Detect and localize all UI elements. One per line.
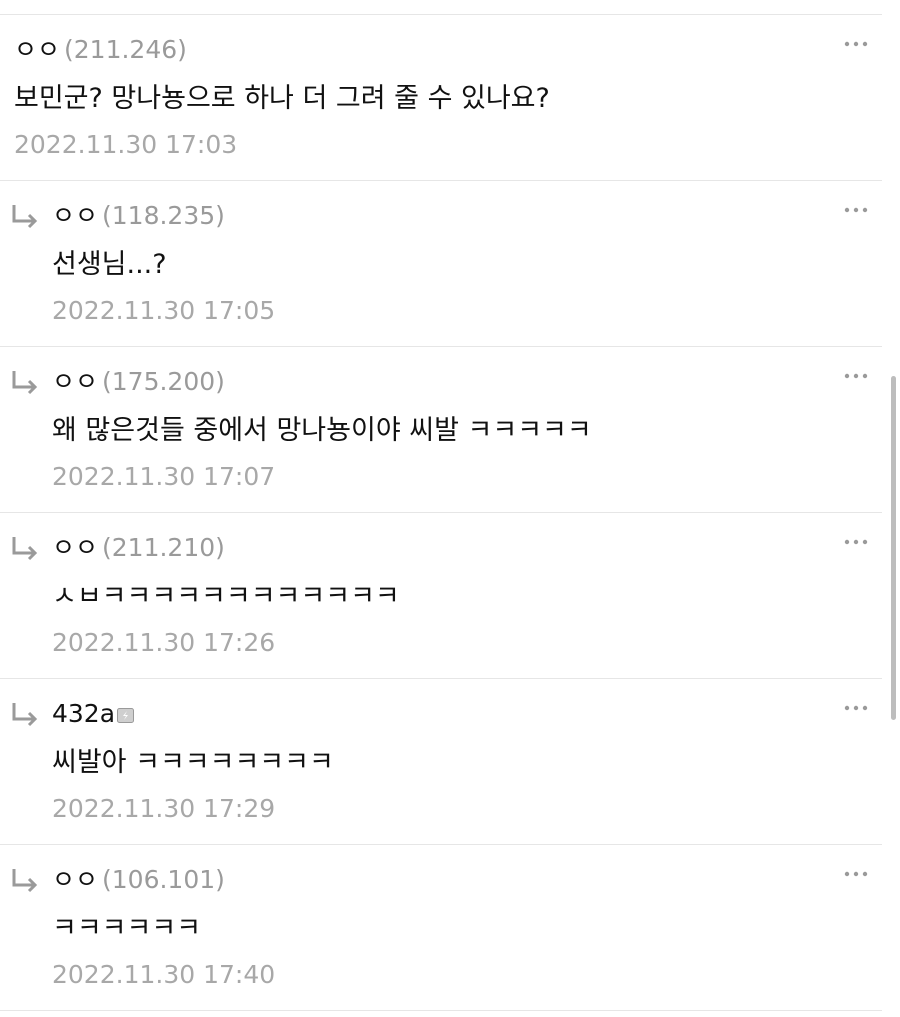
timestamp: 2022.11.30 17:29 [52,794,276,823]
comment-header: ㅇㅇ (175.200) [52,366,225,398]
comment-text: ㅅㅂㅋㅋㅋㅋㅋㅋㅋㅋㅋㅋㅋㅋ [52,581,400,612]
nickname[interactable]: ㅇㅇ [52,533,98,562]
timestamp: 2022.11.30 17:26 [52,628,276,657]
comment-text: 보민군? 망나뇽으로 하나 더 그려 줄 수 있나요? [14,83,550,114]
nickname[interactable]: ㅇㅇ [52,367,98,396]
nickname[interactable]: 432a [52,699,115,728]
ip-address: (211.210) [102,533,225,562]
more-options-icon[interactable] [844,704,868,712]
timestamp: 2022.11.30 17:07 [52,462,276,491]
reply-item: ㅇㅇ (106.101) ㅋㅋㅋㅋㅋㅋ 2022.11.30 17:40 [0,845,882,1011]
ip-address: (211.246) [64,35,187,64]
comment-text: ㅋㅋㅋㅋㅋㅋ [52,913,202,944]
scrollbar[interactable] [891,376,896,720]
more-options-icon[interactable] [844,372,868,380]
reply-item: ㅇㅇ (175.200) 왜 많은것들 중에서 망나뇽이야 씨발 ㅋㅋㅋㅋㅋ 20… [0,347,882,513]
reply-arrow-icon [12,869,38,893]
nickname[interactable]: ㅇㅇ [14,35,60,64]
comment-header: 432a [52,698,135,730]
timestamp: 2022.11.30 17:03 [14,130,238,159]
nickname[interactable]: ㅇㅇ [52,201,98,230]
reply-item: ㅇㅇ (118.235) 선생님...? 2022.11.30 17:05 [0,181,882,347]
ip-address: (175.200) [102,367,225,396]
comment-header: ㅇㅇ (118.235) [52,200,225,232]
comment-text: 왜 많은것들 중에서 망나뇽이야 씨발 ㅋㅋㅋㅋㅋ [52,415,592,446]
reply-item: 432a 씨발아 ㅋㅋㅋㅋㅋㅋㅋㅋ 2022.11.30 17:29 [0,679,882,845]
more-options-icon[interactable] [844,870,868,878]
reply-item: ㅇㅇ (211.210) ㅅㅂㅋㅋㅋㅋㅋㅋㅋㅋㅋㅋㅋㅋ 2022.11.30 17… [0,513,882,679]
member-badge-icon [117,708,135,723]
more-options-icon[interactable] [844,206,868,214]
comment-text: 선생님...? [52,249,167,280]
comment-text: 씨발아 ㅋㅋㅋㅋㅋㅋㅋㅋ [52,747,334,778]
reply-arrow-icon [12,371,38,395]
reply-arrow-icon [12,537,38,561]
nickname[interactable]: ㅇㅇ [52,865,98,894]
ip-address: (106.101) [102,865,225,894]
comment-header: ㅇㅇ (211.246) [14,34,187,66]
reply-arrow-icon [12,703,38,727]
timestamp: 2022.11.30 17:05 [52,296,276,325]
ip-address: (118.235) [102,201,225,230]
comment-header: ㅇㅇ (106.101) [52,864,225,896]
reply-arrow-icon [12,205,38,229]
more-options-icon[interactable] [844,40,868,48]
comment-item: ㅇㅇ (211.246) 보민군? 망나뇽으로 하나 더 그려 줄 수 있나요? … [0,15,882,181]
timestamp: 2022.11.30 17:40 [52,960,276,989]
more-options-icon[interactable] [844,538,868,546]
comment-header: ㅇㅇ (211.210) [52,532,225,564]
